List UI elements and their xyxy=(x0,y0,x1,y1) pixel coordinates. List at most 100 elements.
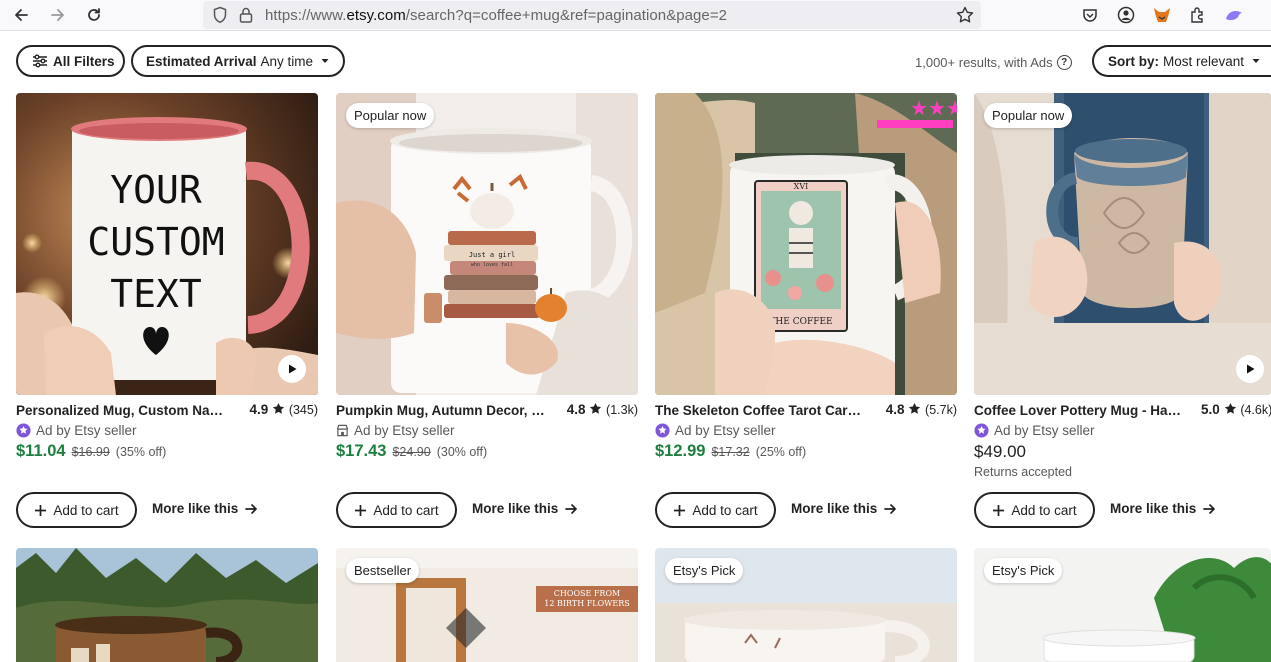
star-seller-badge-icon xyxy=(655,422,670,438)
add-to-cart-button[interactable]: Add to cart xyxy=(16,492,137,528)
plus-icon xyxy=(674,504,686,516)
plus-icon xyxy=(35,504,47,516)
listing-image[interactable] xyxy=(16,548,318,662)
price-line: $49.00 xyxy=(974,442,1271,464)
rating: 4.8 (5.7k) xyxy=(886,402,957,417)
star-icon xyxy=(272,402,285,414)
sort-label: Sort by: xyxy=(1108,53,1160,69)
address-bar[interactable]: https://www.etsy.com/search?q=coffee+mug… xyxy=(203,1,981,29)
rating: 5.0 (4.6k) xyxy=(1201,402,1271,417)
mug-text-line-2: who loves fall xyxy=(471,262,513,268)
play-video-button[interactable] xyxy=(1236,355,1264,383)
returns-note: Returns accepted xyxy=(974,465,1072,479)
more-like-this-label: More like this xyxy=(152,501,239,516)
listing-actions: Add to cart More like this xyxy=(655,492,957,528)
extensions-puzzle-icon[interactable] xyxy=(1187,4,1209,26)
discount: (35% off) xyxy=(115,445,167,459)
reload-icon xyxy=(88,8,100,21)
sort-value: Most relevant xyxy=(1163,53,1245,69)
listing-card[interactable]: Etsy's Pick xyxy=(974,548,1271,662)
back-button[interactable] xyxy=(9,3,33,27)
mug-text-line-1: Just a girl xyxy=(469,251,515,259)
add-to-cart-button[interactable]: Add to cart xyxy=(974,492,1095,528)
forward-arrow-icon xyxy=(51,9,64,21)
purple-extension-icon[interactable] xyxy=(1223,4,1245,26)
browser-toolbar: https://www.etsy.com/search?q=coffee+mug… xyxy=(0,0,1271,31)
pocket-icon[interactable] xyxy=(1079,4,1101,26)
listing-image[interactable]: Etsy's Pick xyxy=(974,548,1271,662)
shop-icon xyxy=(336,424,349,436)
listing-title[interactable]: Pumpkin Mug, Autumn Decor, Fall Mug xyxy=(336,403,548,418)
listing-actions: Add to cart More like this xyxy=(16,492,318,528)
listing-card[interactable] xyxy=(16,548,318,662)
ad-text: Ad by Etsy seller xyxy=(36,422,137,438)
all-filters-button[interactable]: All Filters xyxy=(16,45,125,77)
help-icon[interactable]: ? xyxy=(1056,55,1072,70)
review-count: (1.3k) xyxy=(606,403,638,417)
popular-now-badge: Popular now xyxy=(346,103,435,128)
bestseller-badge: Bestseller xyxy=(346,558,420,583)
original-price: $24.90 xyxy=(392,445,431,459)
listing-card[interactable]: XVI THE COFFEE ★★★ The Skeleton Coffee T… xyxy=(655,93,957,528)
add-to-cart-button[interactable]: Add to cart xyxy=(655,492,776,528)
all-filters-label: All Filters xyxy=(53,53,115,69)
mug-text-line-3: TEXT xyxy=(110,272,202,316)
listing-title[interactable]: The Skeleton Coffee Tarot Card Mug xyxy=(655,403,867,418)
play-icon xyxy=(1247,364,1255,374)
tarot-numeral: XVI xyxy=(794,182,809,191)
listing-image[interactable]: CHOOSE FROM 12 BIRTH FLOWERS Bestseller xyxy=(336,548,638,662)
listing-image[interactable]: XVI THE COFFEE ★★★ xyxy=(655,93,957,395)
etsys-pick-badge: Etsy's Pick xyxy=(984,558,1063,583)
url-path: /search?q=coffee+mug&ref=pagination&page… xyxy=(405,7,728,24)
listing-card[interactable]: Popular now Coffee Lover Pottery Mug - H… xyxy=(974,93,1271,528)
star-seller-badge-icon xyxy=(16,422,31,438)
ad-line: Ad by Etsy seller xyxy=(336,421,638,439)
discount: (25% off) xyxy=(755,445,807,459)
overlay-text-line-1: CHOOSE FROM xyxy=(554,589,620,598)
add-to-cart-button[interactable]: Add to cart xyxy=(336,492,457,528)
listing-image[interactable]: Etsy's Pick xyxy=(655,548,957,662)
listing-meta: Coffee Lover Pottery Mug - Handmade 5.0 … xyxy=(974,401,1271,421)
ad-text: Ad by Etsy seller xyxy=(994,422,1095,438)
add-to-cart-label: Add to cart xyxy=(1011,502,1077,518)
star-icon xyxy=(590,402,602,414)
plus-icon xyxy=(993,504,1005,516)
listing-title[interactable]: Personalized Mug, Custom Name Mug xyxy=(16,403,228,418)
reload-button[interactable] xyxy=(82,3,106,27)
caret-down-icon xyxy=(321,59,329,63)
account-icon[interactable] xyxy=(1115,4,1137,26)
url-text[interactable]: https://www.etsy.com/search?q=coffee+mug… xyxy=(265,7,727,24)
sort-dropdown[interactable]: Sort by: Most relevant xyxy=(1092,45,1271,77)
popular-now-badge: Popular now xyxy=(984,103,1073,128)
listing-card[interactable]: Etsy's Pick xyxy=(655,548,957,662)
listing-image[interactable]: Just a girl who loves fall Popular now xyxy=(336,93,638,395)
listing-image[interactable]: Popular now xyxy=(974,93,1271,395)
more-like-this-link[interactable]: More like this xyxy=(152,501,258,516)
listing-card[interactable]: YOUR CUSTOM TEXT Personalized Mug, Custo… xyxy=(16,93,318,528)
rating-value: 5.0 xyxy=(1201,402,1220,417)
listing-title[interactable]: Coffee Lover Pottery Mug - Handmade xyxy=(974,403,1186,418)
listing-card[interactable]: CHOOSE FROM 12 BIRTH FLOWERS Bestseller xyxy=(336,548,638,662)
ad-line: Ad by Etsy seller xyxy=(655,421,957,439)
more-like-this-link[interactable]: More like this xyxy=(472,501,578,516)
listing-card[interactable]: Just a girl who loves fall Popular now P… xyxy=(336,93,638,528)
price-line: $17.43 $24.90 (30% off) xyxy=(336,442,638,464)
lock-icon[interactable] xyxy=(238,6,254,24)
estimated-arrival-dropdown[interactable]: Estimated Arrival Any time xyxy=(131,45,345,77)
play-video-button[interactable] xyxy=(278,355,306,383)
ad-text: Ad by Etsy seller xyxy=(354,422,455,438)
shield-icon[interactable] xyxy=(212,6,228,24)
price-line: $12.99 $17.32 (25% off) xyxy=(655,442,957,464)
bookmark-star-icon[interactable] xyxy=(955,5,975,25)
play-icon xyxy=(289,364,297,374)
original-price: $16.99 xyxy=(71,445,110,459)
arrow-right-icon xyxy=(884,503,897,514)
more-like-this-link[interactable]: More like this xyxy=(791,501,897,516)
rating-value: 4.8 xyxy=(566,402,586,417)
fox-extension-icon[interactable] xyxy=(1151,4,1173,26)
forward-button[interactable] xyxy=(46,3,70,27)
listing-image[interactable]: YOUR CUSTOM TEXT xyxy=(16,93,318,395)
more-like-this-link[interactable]: More like this xyxy=(1110,501,1216,516)
results-count: 1,000+ results, with Ads ? xyxy=(915,55,1072,70)
sale-price: $12.99 xyxy=(655,442,706,460)
